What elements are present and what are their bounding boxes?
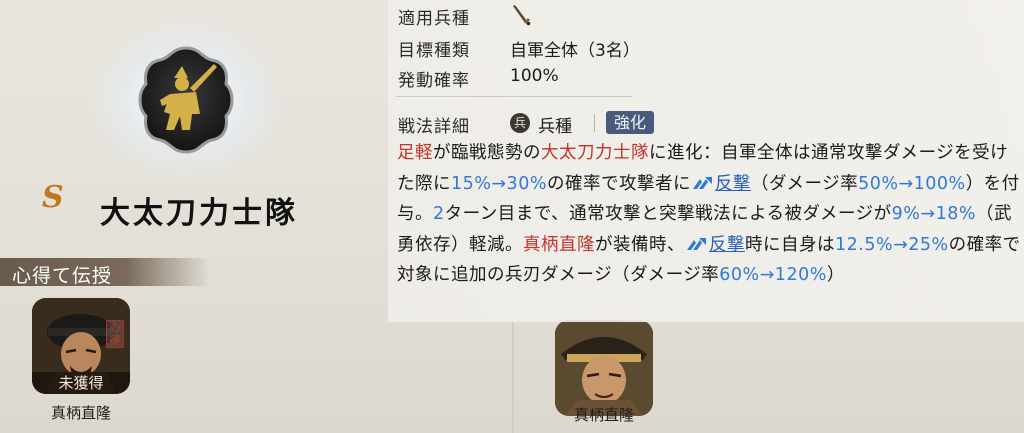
tactic-emblem — [88, 20, 284, 180]
description-segment: （ダメージ率 — [750, 173, 859, 194]
stat-value-target: 自軍全体（3名） — [510, 41, 640, 61]
description-segment: ターン目まで、通常攻撃と突撃戦法による被ダメージが — [444, 204, 892, 224]
stat-label-activation-rate: 発動確率 — [398, 71, 470, 91]
tactic-name: 大太刀力士隊 — [100, 196, 298, 231]
counterattack-link[interactable]: 反撃 — [709, 235, 745, 255]
description-segment: 12.5%→25% — [835, 234, 949, 255]
description-segment: 大太刀力士隊 — [541, 143, 649, 163]
counterattack-link[interactable]: 反撃 — [715, 174, 751, 194]
card-name: 真柄直隆 — [573, 406, 634, 424]
description-segment: 時に自身は — [745, 234, 835, 255]
stat-label-target: 目標種類 — [398, 41, 470, 61]
inherit-seal: 心得 — [106, 320, 124, 348]
tactic-grade: S — [42, 180, 64, 215]
counterattack-icon — [687, 237, 706, 250]
stats-divider — [396, 96, 632, 97]
description-segment: 50%→100% — [858, 173, 966, 194]
samurai-warrior-emblem-icon — [138, 46, 234, 154]
tactic-description: 足軽が臨戦態勢の大太刀力士隊に進化：自軍全体は通常攻撃ダメージを受けた際に15%… — [397, 138, 1021, 291]
inherit-card-2[interactable] — [555, 320, 653, 416]
card-status: 未獲得 — [32, 372, 130, 394]
description-segment: 15%→30% — [451, 173, 547, 194]
card-divider — [512, 318, 514, 433]
description-segment: 60%→120% — [719, 265, 827, 285]
description-segment: 2 — [433, 204, 445, 224]
inherit-card-1[interactable]: 心得 未獲得 — [32, 298, 130, 394]
description-segment: の確率で攻撃者に — [546, 173, 691, 194]
detail-label: 戦法詳細 — [398, 117, 470, 137]
stat-value-activation-rate: 100% — [510, 66, 559, 86]
inherit-section-title: 心得て伝授 — [12, 265, 113, 287]
separator — [594, 114, 595, 132]
inherit-section-header: 心得て伝授 — [0, 258, 210, 287]
description-segment: 足軽 — [397, 143, 433, 163]
description-segment: 真柄直隆 — [523, 234, 595, 255]
troop-type-text: 兵種 — [538, 117, 572, 137]
counterattack-icon — [692, 176, 712, 189]
description-segment: が装備時、 — [595, 234, 685, 255]
general-portrait-icon — [555, 320, 653, 416]
description-segment: が臨戦態勢の — [433, 143, 541, 163]
sword-icon — [513, 5, 531, 26]
enhance-badge[interactable]: 強化 — [606, 111, 655, 134]
troop-type-badge: 兵 — [510, 113, 530, 133]
description-segment: ） — [826, 265, 845, 285]
card-name: 真柄直隆 — [50, 404, 111, 422]
description-segment: 9%→18% — [891, 204, 976, 224]
stat-label-troop-type: 適用兵種 — [398, 9, 470, 29]
